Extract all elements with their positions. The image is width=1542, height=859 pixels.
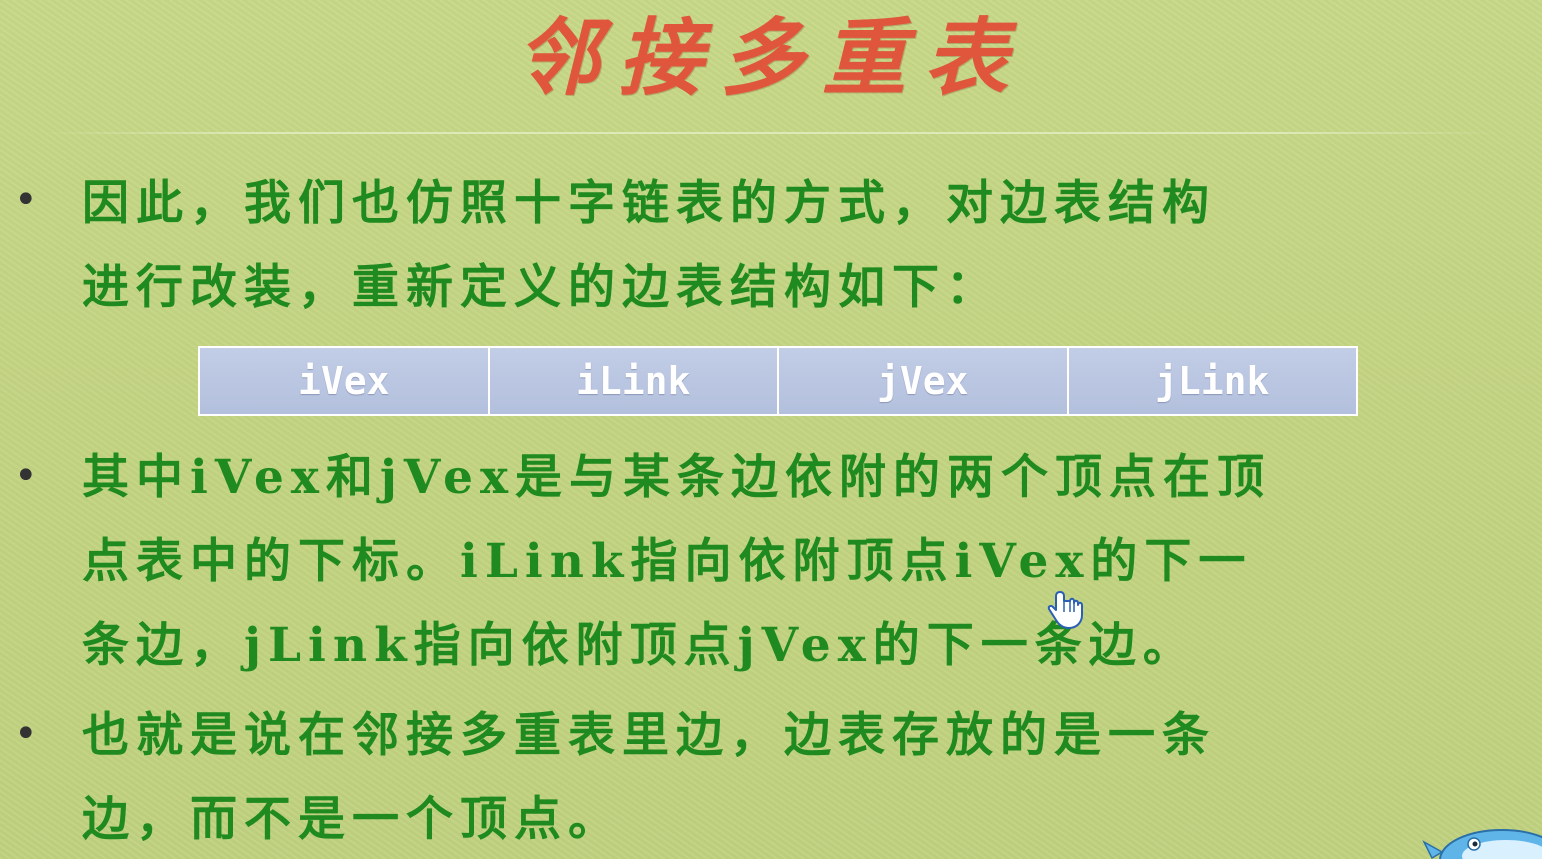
fish-mascot-icon bbox=[1422, 829, 1542, 859]
bullet-marker: • bbox=[14, 711, 38, 757]
paragraph-line: 进行改装，重新定义的边表结构如下： bbox=[82, 260, 1000, 315]
bullet-paragraph-2: 其中iVex和jVex是与某条边依附的两个顶点在顶 点表中的下标。iLink指向… bbox=[82, 436, 1522, 688]
field-jvex: jVex bbox=[779, 348, 1069, 414]
bullet-paragraph-1: 因此，我们也仿照十字链表的方式，对边表结构 进行改装，重新定义的边表结构如下： bbox=[82, 162, 1522, 330]
edge-node-structure-table: iVex iLink jVex jLink bbox=[198, 346, 1358, 416]
paragraph-line: 其中iVex和jVex是与某条边依附的两个顶点在顶 bbox=[82, 450, 1272, 505]
hand-pointer-icon bbox=[1047, 591, 1083, 629]
bullet-marker: • bbox=[14, 453, 38, 499]
bullet-marker: • bbox=[14, 177, 38, 223]
paragraph-line: 条边，jLink指向依附顶点jVex的下一条边。 bbox=[82, 618, 1197, 673]
paragraph-line: 边，而不是一个顶点。 bbox=[82, 792, 622, 847]
paragraph-line: 因此，我们也仿照十字链表的方式，对边表结构 bbox=[82, 176, 1216, 231]
field-jlink: jLink bbox=[1068, 348, 1356, 414]
bullet-paragraph-3: 也就是说在邻接多重表里边，边表存放的是一条 边，而不是一个顶点。 bbox=[82, 694, 1522, 859]
field-ivex: iVex bbox=[200, 348, 490, 414]
paragraph-line: 点表中的下标。iLink指向依附顶点iVex的下一 bbox=[82, 534, 1253, 589]
paragraph-line: 也就是说在邻接多重表里边，边表存放的是一条 bbox=[82, 708, 1216, 763]
title-divider bbox=[40, 132, 1500, 134]
field-ilink: iLink bbox=[489, 348, 779, 414]
slide-title: 邻接多重表 bbox=[515, 8, 1026, 107]
